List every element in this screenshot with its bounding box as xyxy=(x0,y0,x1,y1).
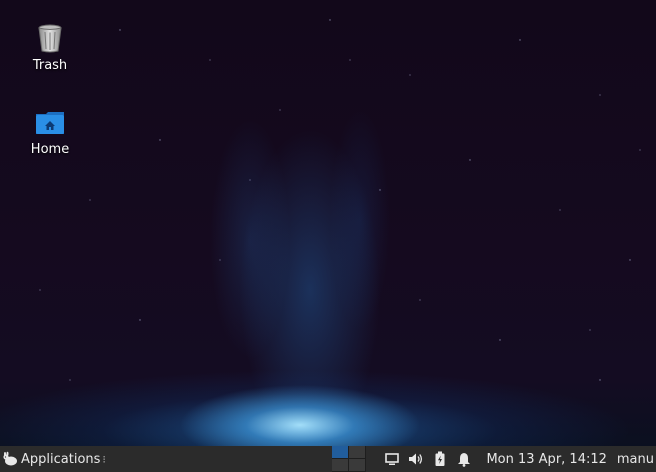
panel-separator-handle: ⁝ xyxy=(102,452,106,466)
user-menu[interactable]: manu xyxy=(617,452,656,467)
trash-icon xyxy=(34,22,66,54)
battery-icon[interactable] xyxy=(428,446,452,472)
desktop-icon-label: Home xyxy=(30,142,70,157)
starfield xyxy=(39,19,641,381)
applications-label: Applications xyxy=(21,451,101,467)
workspace-3[interactable] xyxy=(332,459,350,472)
desktop-icon-label: Trash xyxy=(32,58,68,73)
notification-bell-icon[interactable] xyxy=(452,446,476,472)
xfce-mouse-icon xyxy=(3,451,17,466)
workspace-switcher[interactable] xyxy=(332,446,367,472)
bottom-panel: Applications ⁝ Mon 13 Apr, 14:12 manu xyxy=(0,446,656,472)
workspace-2[interactable] xyxy=(349,446,367,459)
workspace-4[interactable] xyxy=(349,459,367,472)
volume-icon[interactable] xyxy=(404,446,428,472)
clock[interactable]: Mon 13 Apr, 14:12 xyxy=(476,452,616,467)
desktop-icon-trash[interactable]: Trash xyxy=(15,22,85,73)
home-folder-icon xyxy=(34,106,66,138)
workspace-1[interactable] xyxy=(332,446,350,459)
desktop-wallpaper: Trash Home xyxy=(0,0,656,446)
display-icon[interactable] xyxy=(380,446,404,472)
desktop-icon-home[interactable]: Home xyxy=(15,106,85,157)
applications-menu-button[interactable]: Applications ⁝ xyxy=(0,446,110,472)
